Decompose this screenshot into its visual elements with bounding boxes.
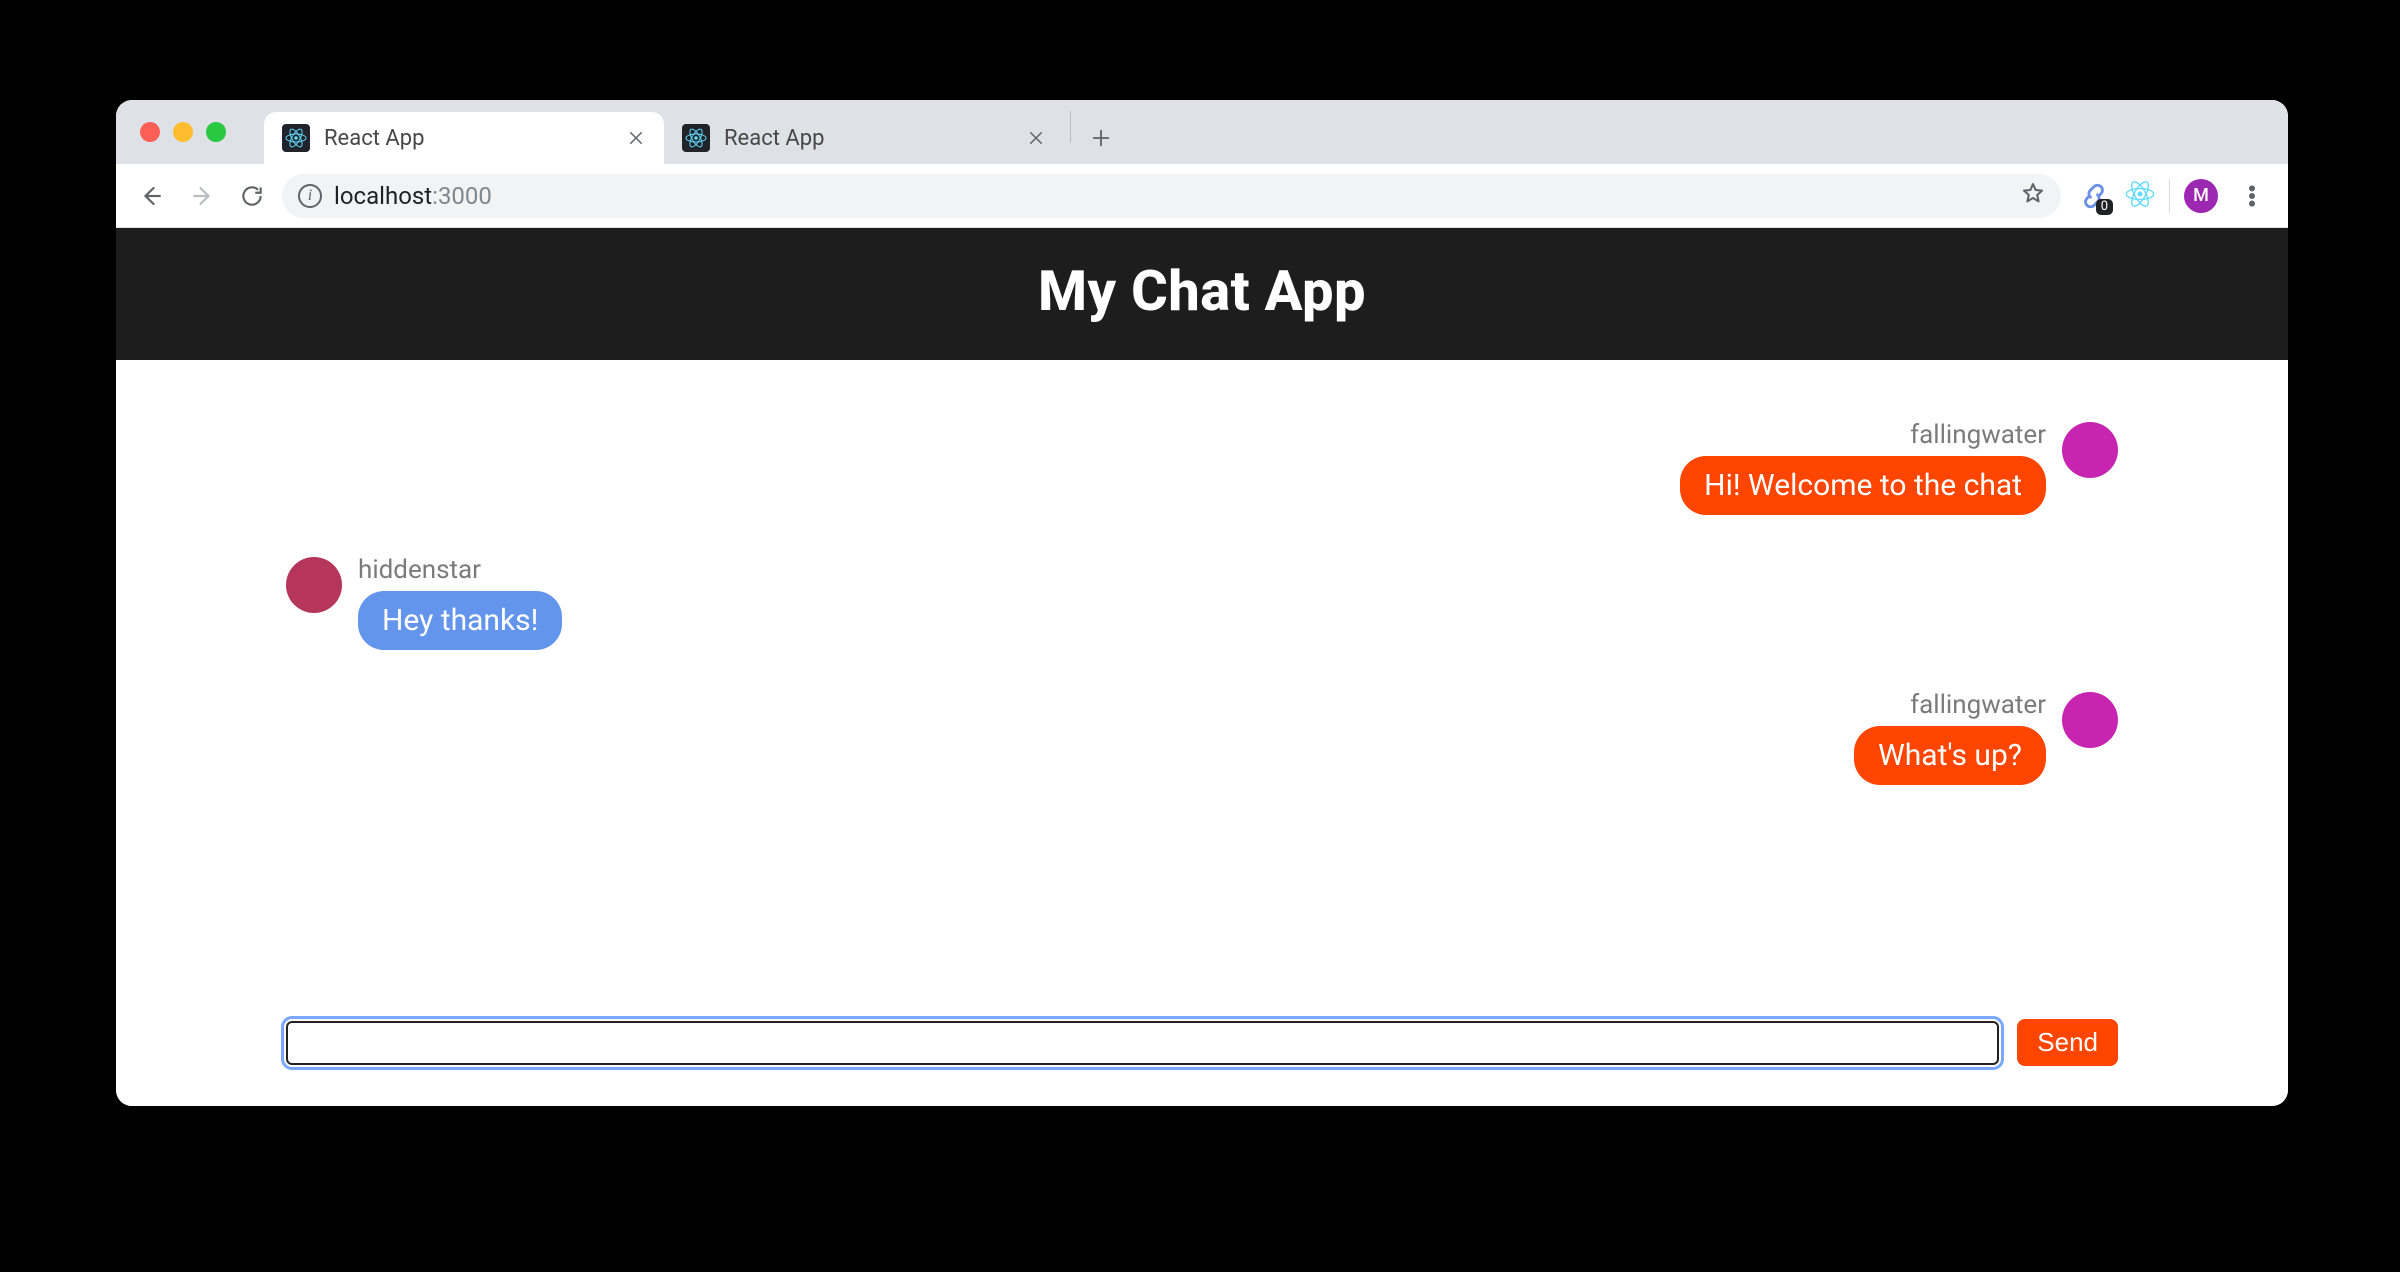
message-content: fallingwater What's up? bbox=[1854, 690, 2046, 785]
message-username: fallingwater bbox=[1910, 690, 2046, 720]
message-block: fallingwater What's up? bbox=[1854, 690, 2118, 785]
profile-initial: M bbox=[2193, 185, 2209, 206]
message-username: fallingwater bbox=[1910, 420, 2046, 450]
message-bubble: What's up? bbox=[1854, 726, 2046, 785]
url-text: localhost:3000 bbox=[334, 182, 2009, 210]
compose-row: Send bbox=[286, 1019, 2118, 1106]
tab-separator bbox=[1070, 111, 1071, 143]
message-block: fallingwater Hi! Welcome to the chat bbox=[1680, 420, 2118, 515]
message-bubble: Hey thanks! bbox=[358, 591, 562, 650]
page-content: My Chat App fallingwater Hi! Welcome to t… bbox=[116, 228, 2288, 1106]
reload-button[interactable] bbox=[232, 176, 272, 216]
send-button[interactable]: Send bbox=[2017, 1019, 2118, 1066]
message-avatar bbox=[286, 557, 342, 613]
tabs-row: React App React App bbox=[264, 100, 1121, 164]
site-info-icon[interactable]: i bbox=[298, 184, 322, 208]
url-host: localhost bbox=[334, 182, 432, 210]
toolbar-right: 0 M bbox=[2077, 176, 2272, 216]
back-button[interactable] bbox=[132, 176, 172, 216]
chat-area: fallingwater Hi! Welcome to the chat hidde… bbox=[116, 360, 2288, 1019]
new-tab-button[interactable] bbox=[1081, 118, 1121, 158]
message-row: fallingwater Hi! Welcome to the chat bbox=[286, 420, 2118, 515]
extension-badge-count: 0 bbox=[2096, 199, 2113, 215]
tab-title: React App bbox=[724, 126, 1008, 151]
window-close-icon[interactable] bbox=[140, 122, 160, 142]
tab-close-icon[interactable] bbox=[622, 124, 650, 152]
message-content: fallingwater Hi! Welcome to the chat bbox=[1680, 420, 2046, 515]
tab-close-icon[interactable] bbox=[1022, 124, 1050, 152]
tab-title: React App bbox=[324, 126, 608, 151]
react-favicon-icon bbox=[282, 124, 310, 152]
message-avatar bbox=[2062, 422, 2118, 478]
browser-menu-button[interactable] bbox=[2232, 176, 2272, 216]
browser-tab-inactive[interactable]: React App bbox=[664, 112, 1064, 164]
window-minimize-icon[interactable] bbox=[173, 122, 193, 142]
forward-button[interactable] bbox=[182, 176, 222, 216]
message-avatar bbox=[2062, 692, 2118, 748]
message-content: hiddenstar Hey thanks! bbox=[358, 555, 562, 650]
app-title: My Chat App bbox=[116, 258, 2288, 324]
react-favicon-icon bbox=[682, 124, 710, 152]
message-row: fallingwater What's up? bbox=[286, 690, 2118, 785]
browser-tab-active[interactable]: React App bbox=[264, 112, 664, 164]
message-bubble: Hi! Welcome to the chat bbox=[1680, 456, 2046, 515]
tab-strip: React App React App bbox=[116, 100, 2288, 164]
message-input[interactable] bbox=[286, 1021, 1999, 1065]
message-block: hiddenstar Hey thanks! bbox=[286, 555, 562, 650]
react-devtools-icon[interactable] bbox=[2125, 179, 2155, 213]
app-header: My Chat App bbox=[116, 228, 2288, 360]
message-username: hiddenstar bbox=[358, 555, 481, 585]
window-maximize-icon[interactable] bbox=[206, 122, 226, 142]
message-row: hiddenstar Hey thanks! bbox=[286, 555, 2118, 650]
browser-toolbar: i localhost:3000 0 M bbox=[116, 164, 2288, 228]
link-extension-icon[interactable]: 0 bbox=[2077, 179, 2111, 213]
browser-window: React App React App bbox=[116, 100, 2288, 1106]
address-bar[interactable]: i localhost:3000 bbox=[282, 174, 2061, 218]
bookmark-star-icon[interactable] bbox=[2021, 181, 2045, 211]
window-controls bbox=[140, 122, 226, 142]
toolbar-separator bbox=[2169, 179, 2170, 213]
url-port: :3000 bbox=[432, 182, 492, 210]
profile-avatar[interactable]: M bbox=[2184, 179, 2218, 213]
